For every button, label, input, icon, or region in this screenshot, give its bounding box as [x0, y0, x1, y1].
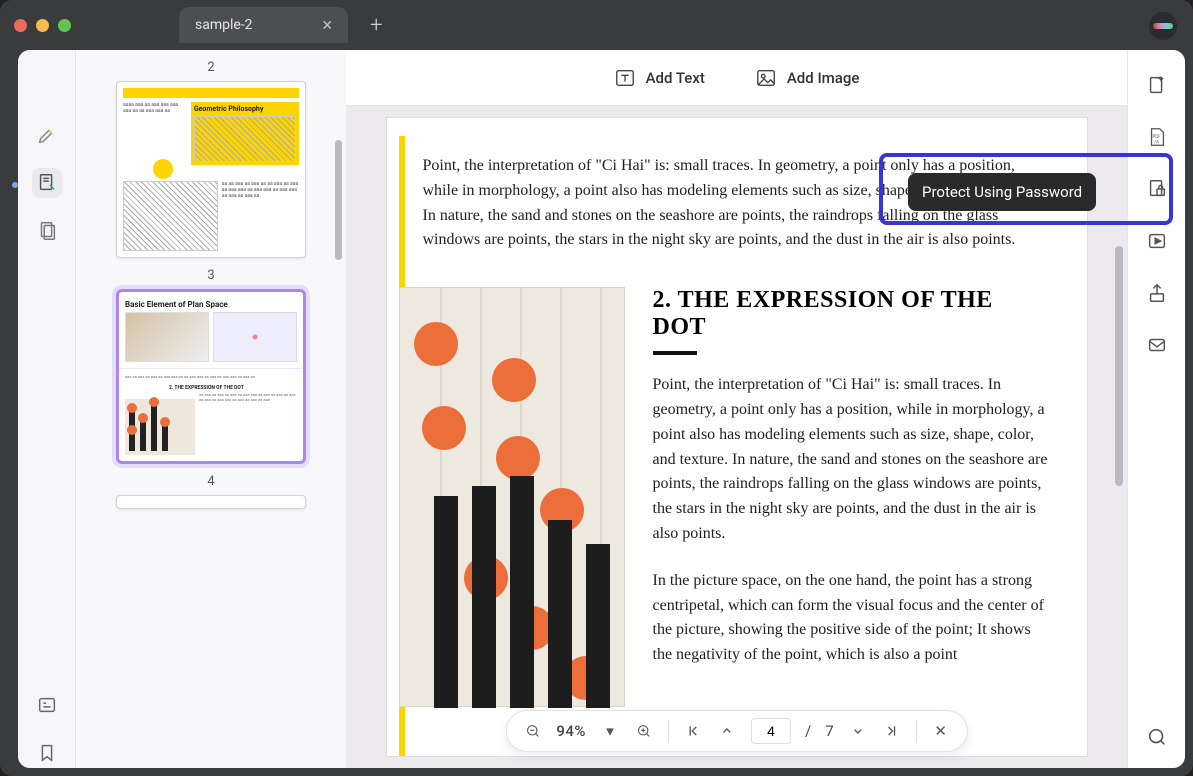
page-navigator: 94% ▾ / 7 ✕ [505, 710, 967, 752]
zoom-level: 94% [556, 722, 586, 740]
share-icon[interactable] [1144, 280, 1170, 306]
pdfa-icon[interactable]: PDF/A [1144, 124, 1170, 150]
new-tab-button[interactable]: + [370, 13, 382, 38]
search-icon[interactable] [1144, 724, 1170, 750]
body-paragraph: Point, the interpretation of "Ci Hai" is… [653, 373, 1053, 547]
page-scrollbar[interactable] [1115, 246, 1123, 486]
document-page[interactable]: Point, the interpretation of "Ci Hai" is… [387, 118, 1087, 756]
profile-avatar[interactable] [1149, 12, 1177, 40]
pages-icon[interactable] [32, 216, 62, 246]
add-image-button[interactable]: Add Image [755, 67, 860, 89]
zoom-out-button[interactable] [522, 723, 542, 739]
thumbnail-page-4[interactable] [116, 495, 306, 509]
next-page-button[interactable] [848, 723, 868, 739]
rotate-icon[interactable] [1144, 72, 1170, 98]
page-sep: / [805, 722, 811, 740]
window-controls [14, 19, 71, 32]
svg-text:PDF: PDF [1152, 134, 1161, 140]
thumbnail-page-3[interactable]: Basic Element of Plan Space aaa aa aaa a… [116, 289, 306, 464]
zoom-window-button[interactable] [58, 19, 71, 32]
add-text-button[interactable]: Add Text [614, 67, 705, 89]
document-tab[interactable]: sample-2 × [179, 7, 348, 43]
thumb-page-number: 4 [207, 474, 214, 489]
zoom-in-button[interactable] [634, 723, 654, 739]
page-number-input[interactable] [751, 718, 791, 744]
edit-page-icon[interactable] [32, 168, 62, 198]
titlebar: sample-2 × + [0, 0, 1193, 50]
last-page-button[interactable] [882, 723, 902, 739]
prev-page-button[interactable] [717, 723, 737, 739]
section-heading: 2. THE EXPRESSION OF THE DOT [653, 287, 1053, 341]
thumbnail-panel: 2 aaaa aaa aa aaa aaa aaa aaa aa aa aaa … [76, 50, 346, 768]
highlighter-icon[interactable] [32, 120, 62, 150]
left-tool-rail [18, 50, 76, 768]
thumb-page-number: 3 [207, 268, 214, 283]
main-area: Add Text Add Image Point, the interpreta… [346, 50, 1127, 768]
slideshow-icon[interactable] [1144, 228, 1170, 254]
protect-tooltip: Protect Using Password [908, 173, 1096, 211]
svg-text:/A: /A [1154, 139, 1159, 145]
close-tab-icon[interactable]: × [323, 15, 333, 36]
first-page-button[interactable] [683, 723, 703, 739]
thumb-page-number: 2 [207, 60, 214, 75]
form-field-icon[interactable] [32, 690, 62, 720]
tab-title: sample-2 [195, 17, 253, 33]
edit-toolbar: Add Text Add Image [346, 50, 1127, 106]
minimize-window-button[interactable] [36, 19, 49, 32]
bookmark-icon[interactable] [32, 738, 62, 768]
body-paragraph: In the picture space, on the one hand, t… [653, 569, 1053, 668]
page-total: 7 [825, 722, 833, 740]
protect-password-icon[interactable] [1144, 176, 1170, 202]
mail-icon[interactable] [1144, 332, 1170, 358]
thumbnail-page-2[interactable]: aaaa aaa aa aaa aaa aaa aaa aa aa aaa aa… [116, 81, 306, 258]
artwork-image [399, 287, 625, 707]
close-window-button[interactable] [14, 19, 27, 32]
close-pager-button[interactable]: ✕ [931, 722, 951, 740]
thumbnail-scrollbar[interactable] [335, 140, 342, 260]
zoom-dropdown[interactable]: ▾ [600, 722, 620, 740]
right-tool-rail: PDF/A [1127, 50, 1185, 768]
